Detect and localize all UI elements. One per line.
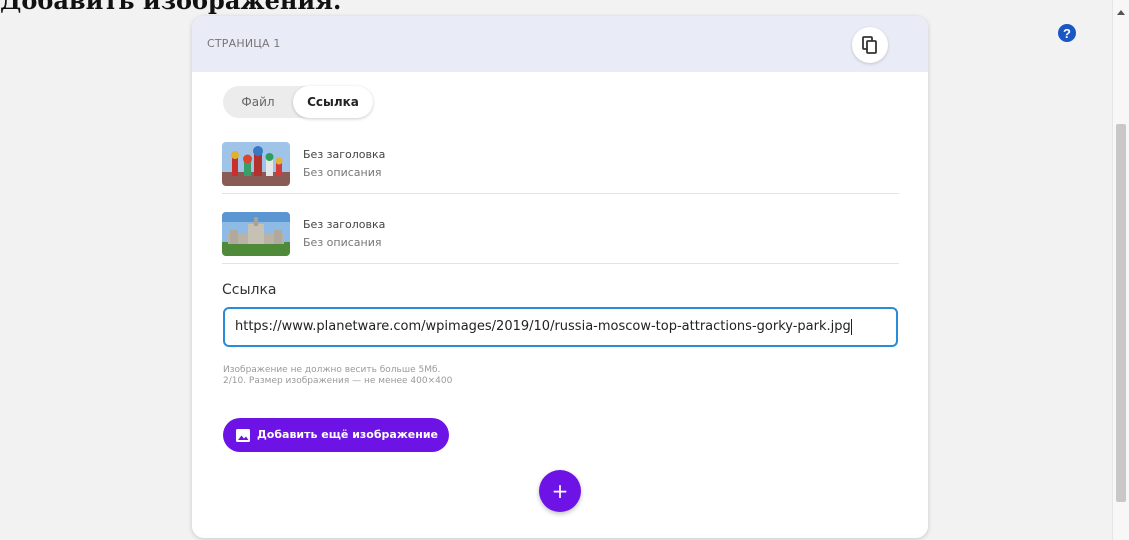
image-icon	[236, 429, 250, 442]
divider	[222, 193, 899, 194]
copy-page-button[interactable]	[852, 27, 888, 63]
image-item[interactable]: Без заголовка Без описания	[222, 204, 899, 264]
card-header: СТРАНИЦА 1	[192, 16, 928, 72]
tab-file[interactable]: Файл	[223, 86, 293, 118]
page-heading: Добавить изображения.	[0, 0, 342, 15]
image-title: Без заголовка	[303, 148, 386, 161]
scroll-up-arrow-icon[interactable]	[1117, 10, 1125, 15]
size-limit-hint: Изображение не должно весить больше 5Мб.	[223, 365, 441, 375]
image-title: Без заголовка	[303, 218, 386, 231]
copy-icon	[862, 36, 877, 54]
scroll-thumb[interactable]	[1116, 124, 1126, 502]
image-thumbnail[interactable]	[222, 212, 290, 256]
source-toggle: Файл Ссылка	[223, 86, 373, 118]
divider	[222, 263, 899, 264]
page-card: СТРАНИЦА 1 Файл Ссылка Без заголовка Без…	[192, 16, 928, 538]
add-page-button[interactable]: +	[539, 470, 581, 512]
page-label: СТРАНИЦА 1	[207, 37, 281, 50]
text-caret	[850, 318, 852, 335]
link-input-value: https://www.planetware.com/wpimages/2019…	[235, 319, 851, 334]
scrollbar[interactable]	[1112, 0, 1129, 540]
add-image-label: Добавить ещё изображение	[257, 428, 439, 441]
image-description: Без описания	[303, 236, 382, 249]
link-field-label: Ссылка	[222, 282, 277, 298]
count-size-hint: 2/10. Размер изображения — не менее 400×…	[223, 376, 453, 386]
plus-icon: +	[551, 479, 569, 503]
help-icon[interactable]: ?	[1058, 24, 1076, 42]
image-item[interactable]: Без заголовка Без описания	[222, 134, 899, 194]
link-input[interactable]: https://www.planetware.com/wpimages/2019…	[223, 307, 898, 347]
tab-link[interactable]: Ссылка	[293, 86, 373, 118]
image-thumbnail[interactable]	[222, 142, 290, 186]
add-image-button[interactable]: Добавить ещё изображение	[223, 418, 449, 452]
image-description: Без описания	[303, 166, 382, 179]
